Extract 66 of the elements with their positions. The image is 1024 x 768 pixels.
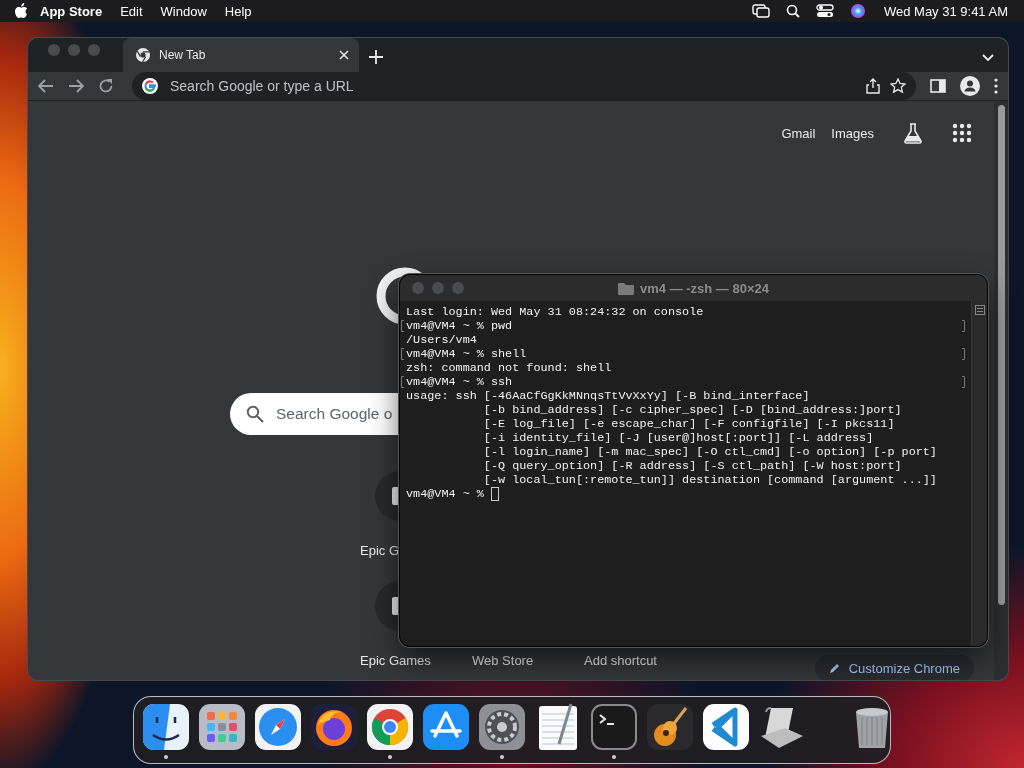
menu-item[interactable]: Edit — [111, 3, 152, 19]
new-tab-icon[interactable] — [369, 50, 383, 64]
search-icon[interactable] — [785, 4, 800, 18]
guitar-icon[interactable] — [645, 702, 695, 752]
side-panel-icon[interactable] — [930, 79, 946, 93]
search-input[interactable]: Search Google o — [276, 405, 394, 423]
terminal-line: [-b bind_address] [-c cipher_spec] [-D [bind_address:]port] — [482, 403, 902, 417]
terminal-line: Last login: Wed May 31 08:24:32 on console — [406, 305, 704, 319]
terminal-line: zsh: command not found: shell — [406, 361, 612, 375]
star-icon[interactable] — [890, 78, 906, 94]
shortcut-link[interactable]: Epic Games — [360, 653, 431, 668]
search-icon — [246, 405, 264, 423]
forward-icon[interactable] — [68, 78, 84, 94]
terminal-line: [-Q query_option] [-R address] [-S ctl_path] [-W host:port] — [482, 459, 902, 473]
terminal-line: [-l login_name] [-m mac_spec] [-O ctl_cmd] [-o option] [-p port] — [482, 445, 937, 459]
folder-icon — [618, 281, 634, 295]
terminal-icon[interactable] — [589, 702, 639, 752]
terminal-line: vm4@VM4 ~ % shell — [406, 347, 527, 361]
toggles-icon[interactable] — [815, 4, 834, 18]
shortcut-link[interactable]: Epic G — [360, 543, 399, 558]
top-link[interactable]: Gmail — [781, 125, 816, 141]
gear-icon[interactable] — [477, 702, 527, 752]
terminal-line: [-E log_file] [-e escape_char] [-F configfile] [-I pkcs11] — [482, 417, 895, 431]
chevron-down-icon[interactable] — [982, 54, 994, 62]
shortcut-link[interactable]: Web Store — [472, 653, 534, 668]
menu-item[interactable]: Help — [215, 3, 261, 19]
terminal-line: vm4@VM4 ~ % pwd — [406, 319, 513, 333]
terminal-line: [-i identity_file] [-J [user@]host[:port]] [-L address] — [482, 431, 874, 445]
terminal-line: vm4@VM4 ~ % ssh — [406, 375, 513, 389]
menu-item[interactable]: Window — [151, 3, 216, 19]
customize-button[interactable]: Customize Chrome — [814, 655, 974, 680]
share-icon[interactable] — [866, 78, 880, 94]
top-link[interactable]: Images — [831, 125, 874, 141]
split-pane-icon[interactable] — [974, 305, 985, 315]
apple-icon[interactable] — [14, 3, 28, 19]
profile-icon[interactable] — [960, 76, 980, 96]
compass-icon[interactable] — [253, 702, 303, 752]
face-icon[interactable] — [141, 702, 191, 752]
reload-icon[interactable] — [98, 78, 114, 94]
close-icon[interactable] — [339, 50, 349, 60]
app-grid-icon[interactable] — [197, 702, 247, 752]
search-field[interactable]: Search Google o — [230, 393, 400, 435]
apps-grid-icon[interactable] — [952, 123, 972, 143]
triangle-lines-icon[interactable] — [421, 702, 471, 752]
menu-icon[interactable] — [994, 78, 998, 94]
app-menu[interactable]: App Store — [28, 3, 112, 19]
terminal-line: usage: ssh [-46AaCfGgKkMNnqsTtVvXxYy] [-B bind_interface] — [406, 389, 810, 403]
g-logo-icon — [142, 78, 158, 94]
screen-mirroring-icon[interactable] — [751, 4, 770, 18]
clock[interactable]: Wed May 31 9:41 AM — [879, 3, 1012, 19]
fox-globe-icon[interactable] — [309, 702, 359, 752]
back-icon[interactable] — [38, 78, 54, 94]
code-editor-icon[interactable] — [701, 702, 751, 752]
terminal-line: /Users/vm4 — [406, 333, 477, 347]
orb-icon[interactable] — [849, 3, 866, 19]
browser-tab[interactable]: New Tab — [123, 38, 359, 72]
address-bar[interactable]: Search Google or type a URL — [132, 72, 916, 100]
terminal-line: [-w local_tun[:remote_tun]] destination [command [argument ...]] — [482, 473, 937, 487]
flask-icon[interactable] — [902, 122, 924, 144]
terminal-line: vm4@VM4 ~ % — [406, 487, 484, 501]
shortcut-link[interactable]: Add shortcut — [584, 653, 657, 668]
address-input[interactable]: Search Google or type a URL — [168, 77, 856, 95]
pencil-icon — [828, 662, 841, 674]
scrollbar[interactable] — [994, 101, 1008, 680]
scrollbar[interactable] — [971, 301, 987, 646]
window-title: vm4 — -zsh — 80×24 — [640, 280, 769, 296]
